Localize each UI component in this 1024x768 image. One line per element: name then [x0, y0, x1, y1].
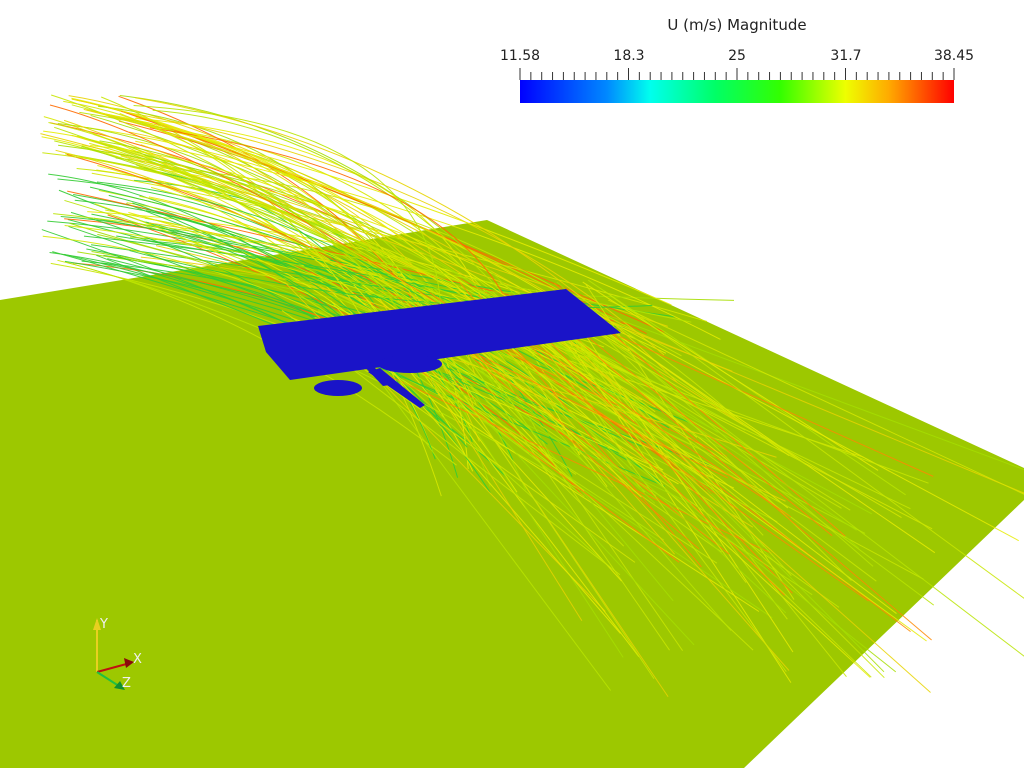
y-axis-label: Y — [100, 617, 108, 632]
render-viewport[interactable] — [0, 0, 1024, 768]
colorbar-tick-label: 25 — [728, 48, 746, 64]
colorbar-tick-label: 38.45 — [933, 48, 975, 64]
colorbar-tick-label: 18.3 — [613, 48, 645, 64]
z-axis-label: Z — [122, 676, 131, 691]
colorbar-tick-label: 31.7 — [830, 48, 862, 64]
colorbar-ticks — [519, 68, 955, 80]
colorbar-gradient — [520, 80, 954, 103]
colorbar-tick-label: 11.58 — [499, 48, 541, 64]
x-axis-label: X — [133, 652, 142, 667]
aircraft-nacelle — [378, 355, 442, 373]
aircraft-tail-fin — [314, 380, 362, 396]
colorbar-title: U (m/s) Magnitude — [667, 16, 807, 34]
